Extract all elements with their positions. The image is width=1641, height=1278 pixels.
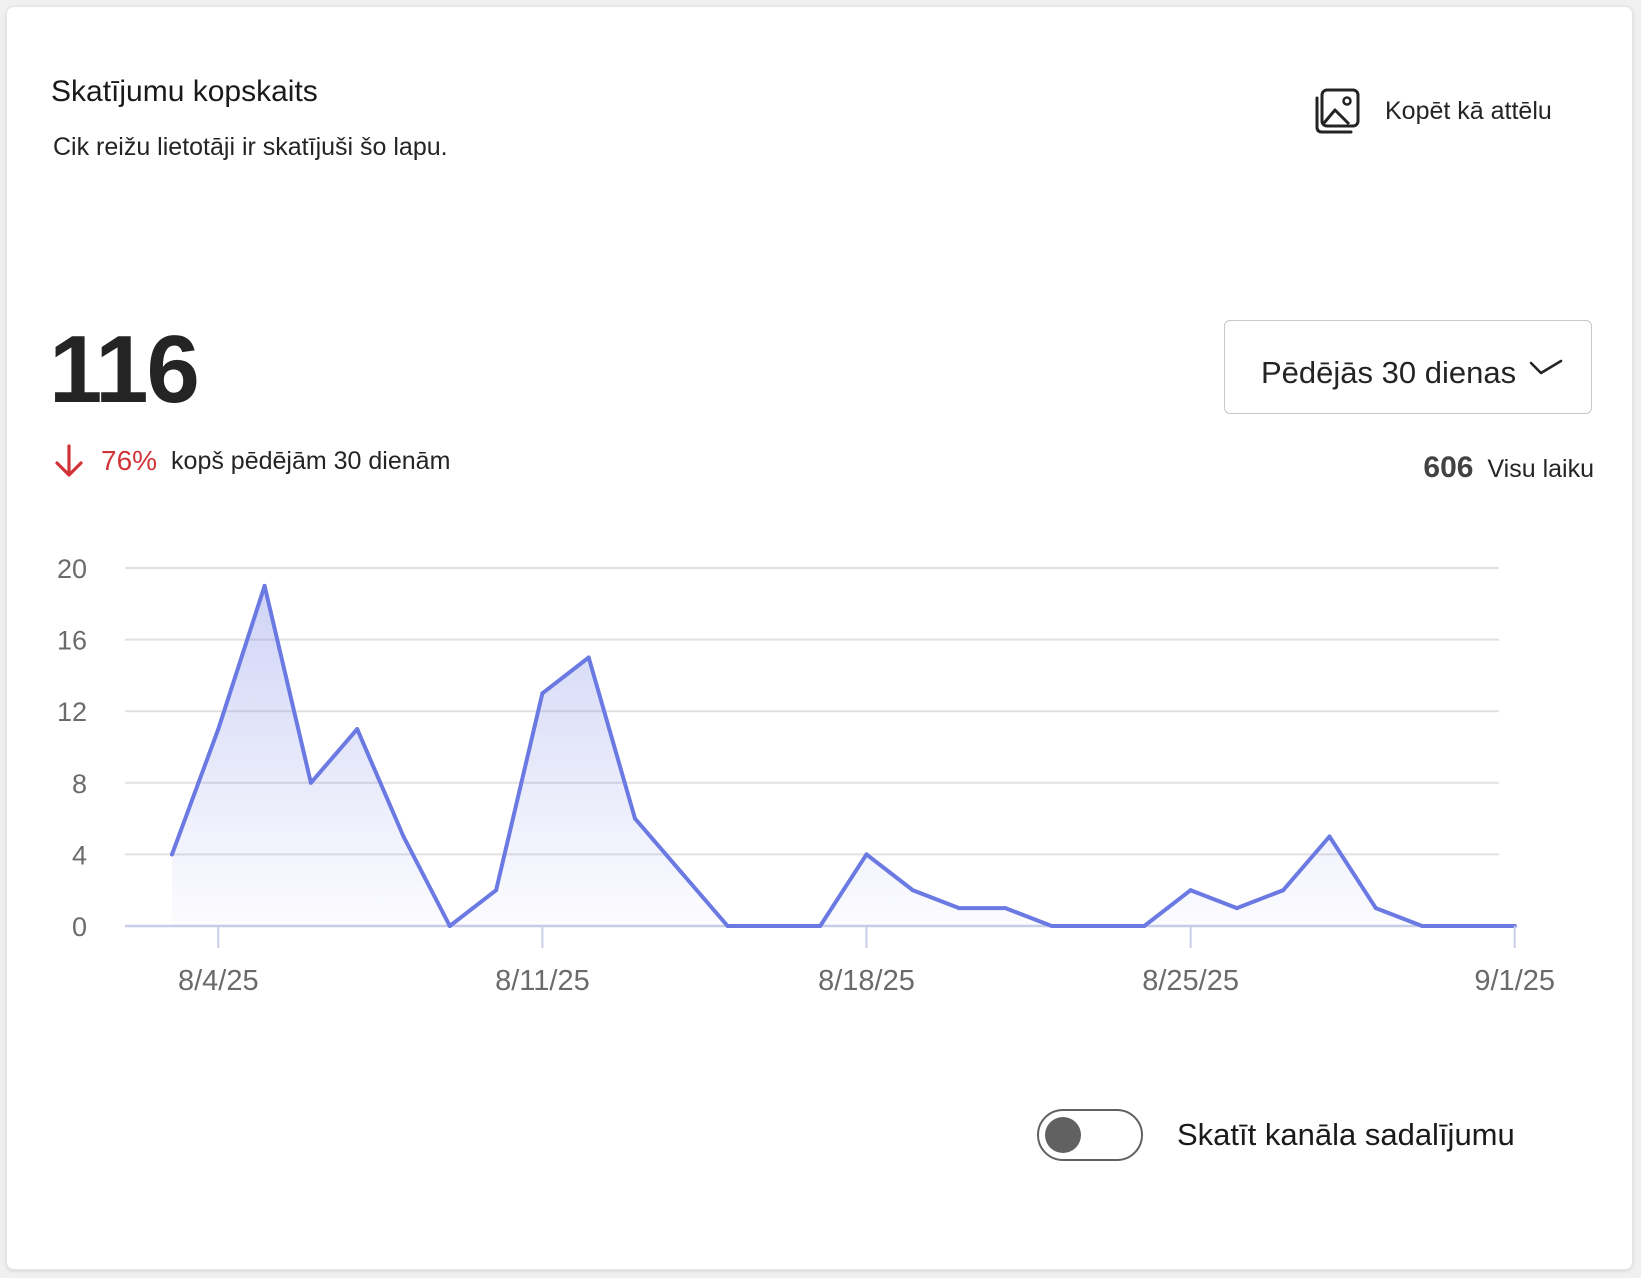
data-point [818, 924, 823, 928]
data-point [910, 888, 915, 893]
area-fill [172, 585, 1515, 926]
data-point [771, 924, 776, 928]
data-point [170, 852, 174, 857]
data-point [1096, 924, 1100, 928]
y-tick-label: 0 [72, 912, 87, 942]
channel-breakdown-label: Skatīt kanāla sadalījumu [1177, 1117, 1515, 1152]
toggle-knob [1045, 1117, 1081, 1153]
data-point [679, 870, 684, 875]
y-tick-label: 12 [57, 697, 87, 727]
data-point [1234, 906, 1239, 911]
data-point [633, 816, 637, 821]
data-point [1327, 834, 1332, 839]
data-point [216, 727, 221, 732]
data-point [1049, 924, 1054, 928]
y-tick-label: 8 [72, 769, 87, 799]
data-point [1188, 888, 1193, 893]
x-tick-label: 8/25/25 [1142, 965, 1239, 997]
channel-breakdown-toggle-row: Skatīt kanāla sadalījumu [1037, 1109, 1515, 1161]
data-point [540, 691, 545, 696]
data-point [1003, 906, 1008, 911]
data-point [447, 924, 452, 928]
x-tick-label: 8/4/25 [178, 965, 259, 997]
data-point [725, 924, 730, 928]
data-point [1281, 888, 1286, 893]
data-point [1420, 924, 1425, 928]
y-tick-label: 20 [57, 554, 87, 584]
channel-breakdown-toggle[interactable] [1037, 1109, 1143, 1161]
data-point [308, 780, 313, 785]
views-area-chart: 0 4 8 12 16 20 8/4/25 8/11/25 8/18/25 8/25/25 9/1/… [57, 554, 1555, 997]
x-tick-label: 8/11/25 [495, 965, 590, 997]
data-point [864, 852, 869, 857]
data-point [262, 583, 267, 588]
data-point [1373, 906, 1378, 911]
x-tick-label: 9/1/25 [1474, 965, 1555, 997]
y-tick-label: 4 [72, 840, 87, 870]
data-point [586, 655, 591, 660]
x-tick-label: 8/18/25 [818, 965, 915, 997]
data-point [494, 888, 499, 893]
data-point [957, 906, 962, 911]
y-tick-label: 16 [57, 626, 87, 656]
data-point [1466, 924, 1471, 928]
total-views-card: Skatījumu kopskaits Cik reižu lietotāji … [6, 6, 1633, 1270]
data-point [1142, 924, 1147, 928]
data-point [401, 834, 406, 839]
data-point [355, 727, 360, 732]
